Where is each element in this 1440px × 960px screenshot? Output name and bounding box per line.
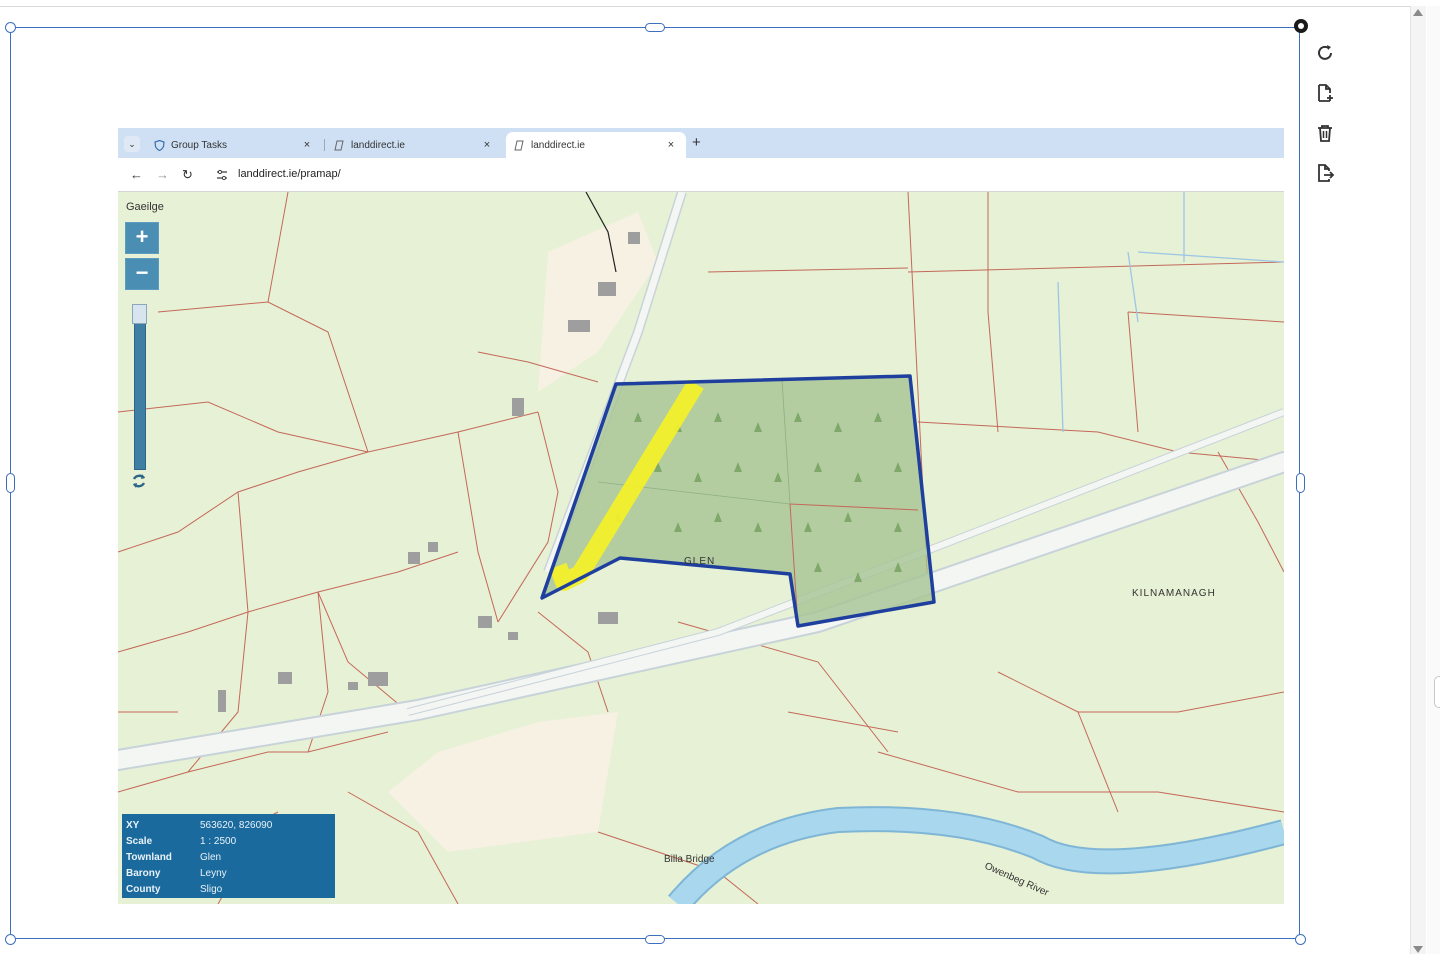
resize-handle-bottom[interactable] — [645, 935, 665, 944]
export-page-icon — [1318, 164, 1335, 182]
rotate-handle-icon[interactable] — [1294, 19, 1308, 33]
side-panel-tab[interactable] — [1434, 676, 1440, 708]
delete-icon — [1318, 125, 1332, 142]
resize-handle-bottom-right[interactable] — [1295, 934, 1306, 945]
rotate-image-icon — [1318, 45, 1332, 60]
vertical-scrollbar[interactable] — [1410, 6, 1426, 954]
add-page-button[interactable] — [1310, 78, 1340, 108]
canvas-top-border — [0, 6, 1410, 7]
image-tools-toolbar — [1310, 38, 1342, 198]
resize-handle-top-left[interactable] — [5, 22, 16, 33]
resize-handle-left[interactable] — [6, 473, 15, 493]
rotate-image-button[interactable] — [1310, 38, 1340, 68]
document-canvas: ⌄ Group Tasks × landdirect.ie × landdire… — [0, 0, 1440, 960]
resize-handle-bottom-left[interactable] — [5, 934, 16, 945]
right-gutter — [1427, 6, 1440, 954]
resize-handle-top[interactable] — [645, 23, 665, 32]
resize-handle-right[interactable] — [1296, 473, 1305, 493]
export-page-button[interactable] — [1310, 158, 1340, 188]
scroll-down-arrow-icon[interactable] — [1413, 946, 1423, 953]
image-selection-frame[interactable] — [10, 27, 1300, 939]
delete-button[interactable] — [1310, 118, 1340, 148]
scroll-up-arrow-icon[interactable] — [1413, 9, 1423, 16]
add-page-icon — [1318, 84, 1333, 102]
